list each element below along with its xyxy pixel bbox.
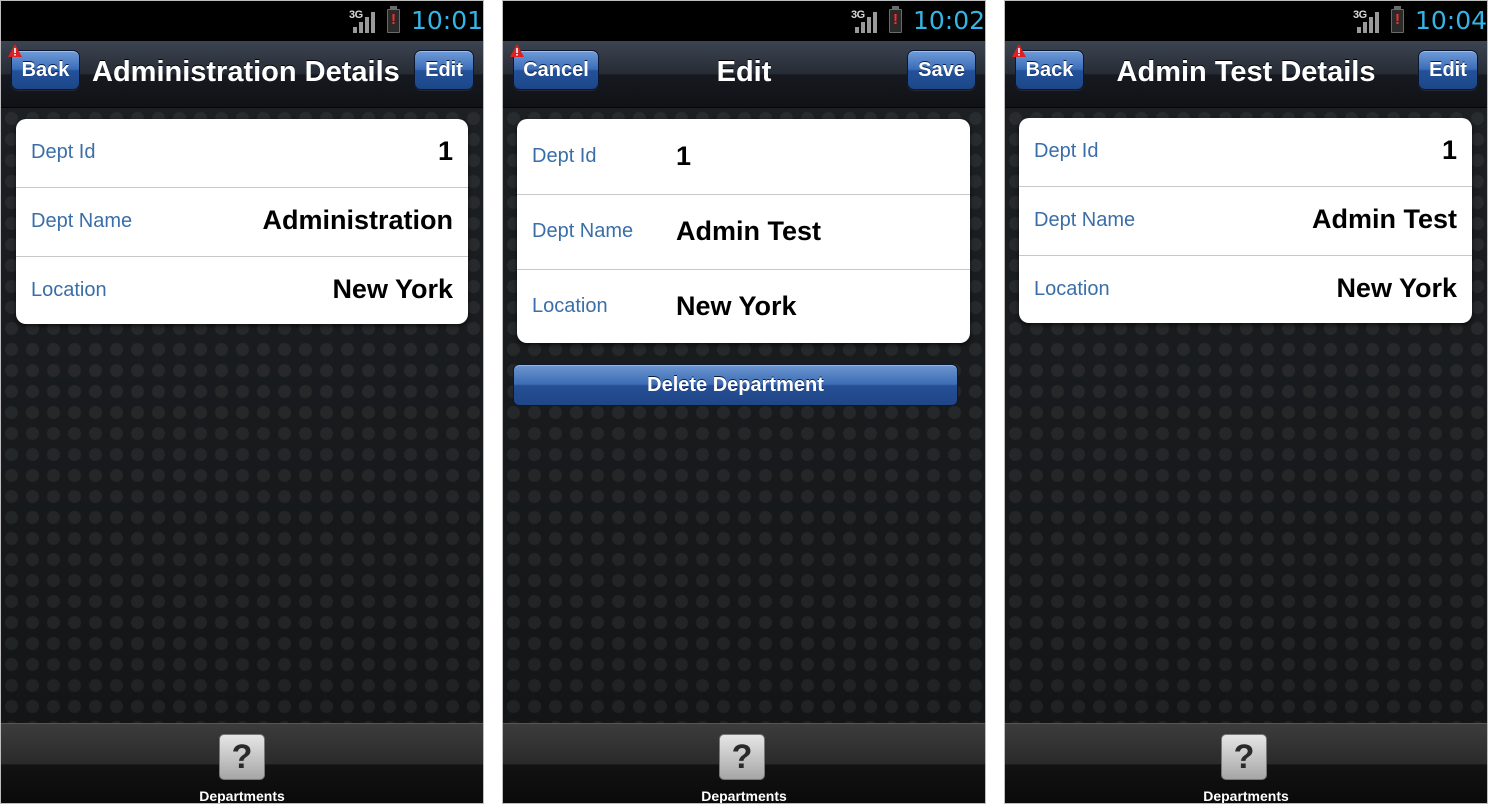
field-label: Dept Name [1034, 209, 1136, 231]
battery-icon [1391, 6, 1404, 33]
phone-screen-updated-details: 3G 10:04 Back Admin Test Details Edit De… [1005, 1, 1487, 803]
help-icon[interactable]: ? [719, 734, 765, 780]
tab-label: Departments [701, 788, 787, 803]
field-row-location: Location New York [517, 269, 970, 344]
phone-screen-details: 3G 10:01 Back Administration Details Edi… [1, 1, 483, 803]
field-row-dept-name: Dept Name Administration [16, 187, 468, 256]
dept-name-field[interactable]: Admin Test [676, 216, 821, 247]
page-title: Admin Test Details [1116, 56, 1376, 88]
warning-icon [8, 44, 22, 57]
field-value: New York [332, 274, 453, 304]
content-area: Dept Id 1 Dept Name Admin Test Location … [1005, 108, 1487, 723]
content-area: Dept Id 1 Dept Name Administration Locat… [1, 108, 483, 723]
dept-id-field[interactable]: 1 [676, 141, 691, 172]
tab-label: Departments [1203, 788, 1289, 803]
title-bar: Back Admin Test Details Edit [1005, 41, 1487, 108]
clock: 10:04 [1415, 6, 1487, 35]
tab-label: Departments [199, 788, 285, 803]
clock: 10:02 [913, 6, 985, 35]
field-row-dept-name: Dept Name Admin Test [1019, 186, 1472, 255]
field-label: Location [1034, 278, 1110, 300]
field-value: 1 [437, 136, 453, 166]
title-bar: Cancel Edit Save [503, 41, 985, 108]
signal-icon [1355, 11, 1381, 33]
field-value: Admin Test [1311, 204, 1457, 234]
tab-bar: ? Departments [503, 723, 985, 803]
page-title: Administration Details [92, 56, 400, 88]
field-row-location: Location New York [1019, 255, 1472, 324]
battery-icon [387, 6, 400, 33]
field-label: Dept Name [532, 220, 634, 242]
location-field[interactable]: New York [676, 291, 797, 322]
battery-icon [889, 6, 902, 33]
help-icon[interactable]: ? [1221, 734, 1267, 780]
field-value: 1 [1441, 135, 1457, 165]
details-card: Dept Id 1 Dept Name Admin Test Location … [1019, 118, 1472, 323]
help-icon[interactable]: ? [219, 734, 265, 780]
field-row-dept-id: Dept Id 1 [1019, 118, 1472, 186]
signal-icon [351, 11, 377, 33]
field-row-location: Location New York [16, 256, 468, 325]
field-label: Dept Id [532, 145, 597, 167]
phone-screen-edit: 3G 10:02 Cancel Edit Save Dept Id 1 Dept… [503, 1, 985, 803]
field-row-dept-id: Dept Id 1 [517, 119, 970, 194]
field-label: Dept Name [31, 210, 133, 232]
edit-button[interactable]: Edit [1418, 50, 1478, 90]
field-value: New York [1336, 273, 1457, 303]
field-value: Administration [262, 205, 453, 235]
field-label: Dept Id [1034, 140, 1099, 162]
field-row-dept-name: Dept Name Admin Test [517, 194, 970, 269]
details-card: Dept Id 1 Dept Name Administration Locat… [16, 119, 468, 324]
field-label: Location [31, 279, 107, 301]
status-bar: 3G 10:04 [1005, 1, 1487, 41]
field-label: Location [532, 295, 608, 317]
edit-form-card: Dept Id 1 Dept Name Admin Test Location … [517, 119, 970, 343]
delete-department-button[interactable]: Delete Department [513, 364, 958, 406]
edit-button[interactable]: Edit [414, 50, 474, 90]
content-area: Dept Id 1 Dept Name Admin Test Location … [503, 108, 985, 723]
status-bar: 3G 10:02 [503, 1, 985, 41]
signal-icon [853, 11, 879, 33]
title-bar: Back Administration Details Edit [1, 41, 483, 108]
tab-bar: ? Departments [1, 723, 483, 803]
clock: 10:01 [411, 6, 483, 35]
tab-bar: ? Departments [1005, 723, 1487, 803]
field-label: Dept Id [31, 141, 96, 163]
save-button[interactable]: Save [907, 50, 976, 90]
field-row-dept-id: Dept Id 1 [16, 119, 468, 187]
status-bar: 3G 10:01 [1, 1, 483, 41]
